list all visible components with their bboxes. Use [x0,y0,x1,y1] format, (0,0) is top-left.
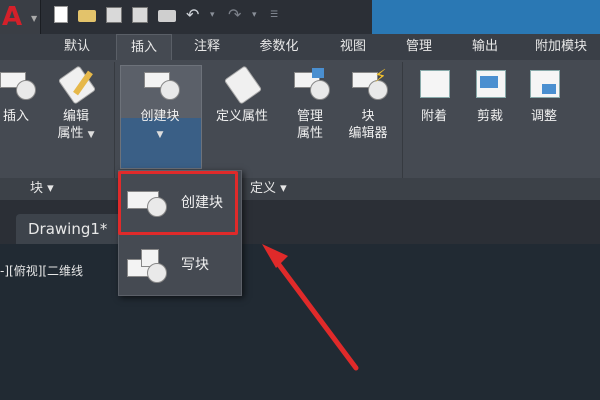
arrow-shaft [271,255,359,371]
red-arrow-annotation [262,244,359,371]
